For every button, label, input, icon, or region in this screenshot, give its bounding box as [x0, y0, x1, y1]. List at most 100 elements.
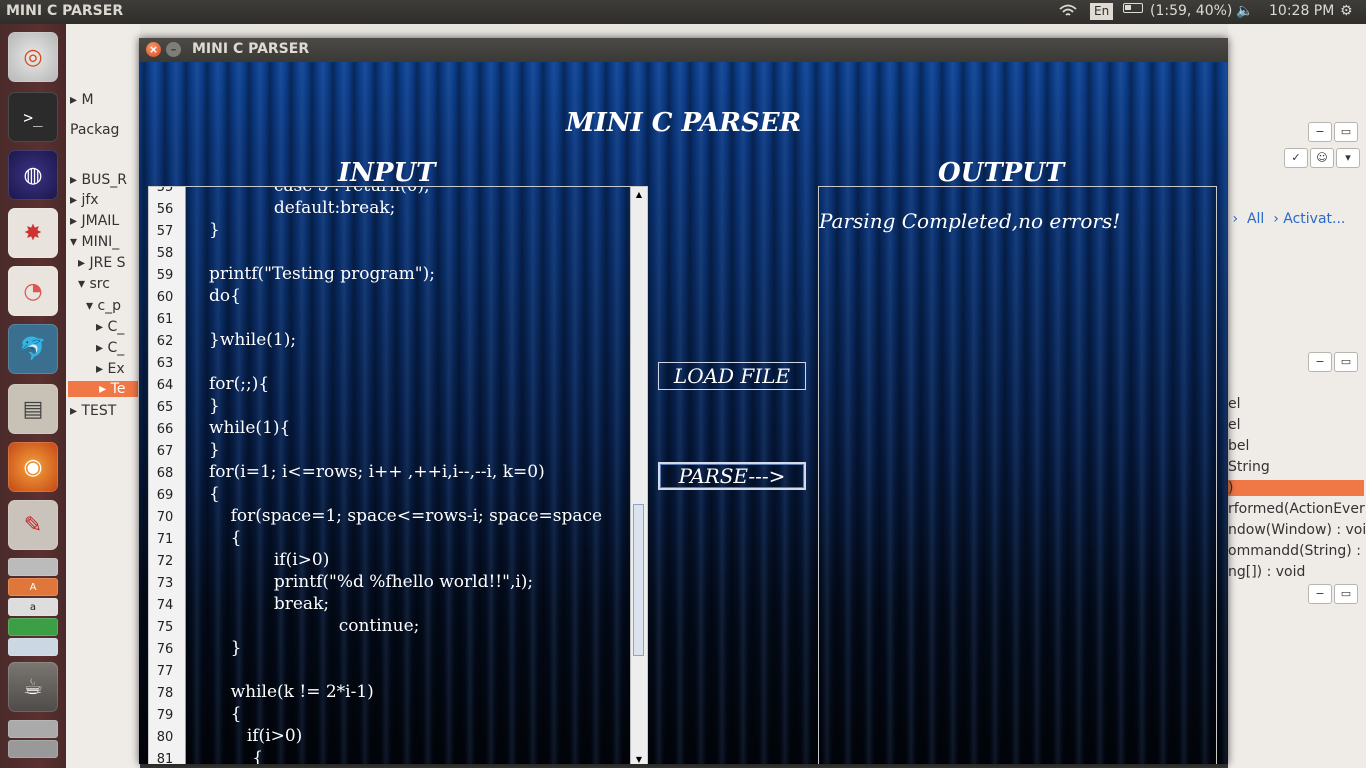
vertical-scrollbar[interactable]: ▲ ▼	[630, 187, 647, 764]
outline-item[interactable]: ng[]) : void	[1228, 564, 1305, 580]
web-network-icon[interactable]: ✸	[8, 208, 58, 258]
tree-item[interactable]: ▾ c_p	[86, 298, 121, 314]
tree-item[interactable]: ▾ MINI_	[70, 234, 119, 250]
java-app-icon[interactable]: ☕	[8, 662, 58, 712]
tree-item[interactable]: ▾ src	[78, 276, 110, 292]
tree-item[interactable]: ▸ JMAIL	[70, 213, 119, 229]
parse-button[interactable]: PARSE--->	[658, 462, 806, 490]
code-text-area[interactable]: case 3 : return(0); default:break;} print…	[185, 187, 631, 764]
code-line: if(i>0)	[209, 726, 303, 746]
tree-item[interactable]: ▸ JRE S	[78, 255, 126, 271]
line-number: 75	[156, 620, 174, 635]
scroll-up-icon[interactable]: ▲	[631, 188, 647, 202]
line-number: 59	[156, 268, 174, 283]
battery-status[interactable]: (1:59, 40%)	[1150, 3, 1232, 19]
chevron-down-icon[interactable]: ▾	[1336, 148, 1360, 168]
outline-item[interactable]: el	[1228, 417, 1241, 433]
code-line: case 3 : return(0);	[209, 187, 430, 196]
line-number: 67	[156, 444, 174, 459]
line-number: 78	[156, 686, 174, 701]
code-line: }while(1);	[209, 330, 297, 350]
line-number: 57	[156, 224, 174, 239]
system-gear-icon[interactable]: ⚙	[1340, 3, 1353, 19]
outline-item[interactable]: ndow(Window) : voi	[1228, 522, 1366, 538]
maximize-view-icon[interactable]: ▭	[1334, 584, 1358, 604]
toolbar-users-icon[interactable]: ☺	[1310, 148, 1334, 168]
maximize-view-icon[interactable]: ▭	[1334, 352, 1358, 372]
crumb-activate[interactable]: Activat...	[1283, 211, 1345, 227]
outline-item-selected[interactable]: )	[1228, 480, 1364, 496]
firefox-icon[interactable]: ◉	[8, 442, 58, 492]
line-number: 56	[156, 202, 174, 217]
tree-item[interactable]: ▸ Ex	[96, 361, 125, 377]
clock[interactable]: 10:28 PM	[1269, 3, 1334, 19]
package-explorer-header[interactable]: Packag	[70, 122, 119, 138]
input-label: INPUT	[338, 158, 436, 188]
minimize-icon[interactable]: –	[166, 42, 181, 57]
outline-breadcrumb: › All › Activat...	[1228, 211, 1346, 227]
code-line: printf("Testing program");	[209, 264, 435, 284]
amazon-icon[interactable]: a	[8, 598, 58, 616]
close-icon[interactable]: ×	[146, 42, 161, 57]
tree-item-selected[interactable]: ▸ Te	[68, 381, 138, 397]
line-number: 74	[156, 598, 174, 613]
trash-icon[interactable]	[8, 720, 58, 738]
tree-item[interactable]: ▸ C_	[96, 340, 124, 356]
toolbar-check-icon[interactable]: ✓	[1284, 148, 1308, 168]
code-line: if(i>0)	[209, 550, 330, 570]
scroll-down-icon[interactable]: ▼	[631, 753, 647, 764]
launcher-item-icon[interactable]	[8, 740, 58, 758]
output-area[interactable]: Parsing Completed,no errors!	[818, 186, 1217, 764]
line-number: 71	[156, 532, 174, 547]
top-panel: MINI C PARSER En (1:59, 40%) 🔈 10:28 PM …	[0, 0, 1366, 24]
minimize-view-icon[interactable]: −	[1308, 584, 1332, 604]
app-circle-icon[interactable]: ◔	[8, 266, 58, 316]
load-file-button[interactable]: LOAD FILE	[658, 362, 806, 390]
output-message: Parsing Completed,no errors!	[819, 209, 1121, 233]
code-line: for(i=1; i<=rows; i++ ,++i,i--,--i, k=0)	[209, 462, 545, 482]
vertical-scroll-thumb[interactable]	[633, 504, 644, 656]
outline-item[interactable]: rformed(ActionEver	[1228, 501, 1365, 517]
ubuntu-dash-icon[interactable]: ◎	[8, 32, 58, 82]
input-editor[interactable]: 55 56 57 58 59 60 61 62 63 64 65 66 67 68 69 70 71 72 73 74…	[148, 186, 648, 764]
line-number: 63	[156, 356, 174, 371]
outline-item[interactable]: ommandd(String) : S	[1228, 543, 1366, 559]
minimize-view-icon[interactable]: −	[1308, 352, 1332, 372]
outline-item[interactable]: el	[1228, 396, 1241, 412]
eclipse-icon[interactable]: ◍	[8, 150, 58, 200]
tree-item[interactable]: ▸ TEST	[70, 403, 116, 419]
app-body: MINI C PARSER INPUT OUTPUT 55 56 57 58 59 60 6…	[139, 62, 1228, 764]
launcher: ◎ >_ ◍ ✸ ◔ 🐬 ▤ ◉ ✎ A a ☕	[0, 24, 66, 768]
minimize-view-icon[interactable]: −	[1308, 122, 1332, 142]
keyboard-language-indicator[interactable]: En	[1090, 3, 1114, 20]
line-number: 73	[156, 576, 174, 591]
launcher-item-icon[interactable]	[8, 558, 58, 576]
code-line: }	[209, 440, 220, 460]
maximize-view-icon[interactable]: ▭	[1334, 122, 1358, 142]
outline-item[interactable]: String	[1228, 459, 1270, 475]
writer-icon[interactable]	[8, 638, 58, 656]
code-line: {	[209, 748, 264, 764]
terminal-icon[interactable]: >_	[8, 92, 58, 142]
code-line: }	[209, 638, 242, 658]
file-manager-icon[interactable]: ▤	[8, 384, 58, 434]
calc-icon[interactable]	[8, 618, 58, 636]
line-number: 66	[156, 422, 174, 437]
battery-icon[interactable]	[1123, 3, 1143, 13]
line-number: 60	[156, 290, 174, 305]
tree-item[interactable]: ▸ C_	[96, 319, 124, 335]
wifi-icon[interactable]	[1058, 3, 1078, 19]
window-title-bar[interactable]: × – MINI C PARSER	[139, 38, 1228, 62]
package-explorer-breadcrumb[interactable]: ▸ M	[70, 92, 94, 108]
volume-icon[interactable]: 🔈	[1236, 3, 1253, 19]
outline-item[interactable]: bel	[1228, 438, 1249, 454]
settings-tools-icon[interactable]: ✎	[8, 500, 58, 550]
crumb-all[interactable]: All	[1247, 211, 1264, 227]
tree-item[interactable]: ▸ BUS_R	[70, 172, 127, 188]
line-number: 80	[156, 730, 174, 745]
line-number: 72	[156, 554, 174, 569]
software-center-icon[interactable]: A	[8, 578, 58, 596]
mysql-icon[interactable]: 🐬	[8, 324, 58, 374]
line-number: 64	[156, 378, 174, 393]
tree-item[interactable]: ▸ jfx	[70, 192, 99, 208]
